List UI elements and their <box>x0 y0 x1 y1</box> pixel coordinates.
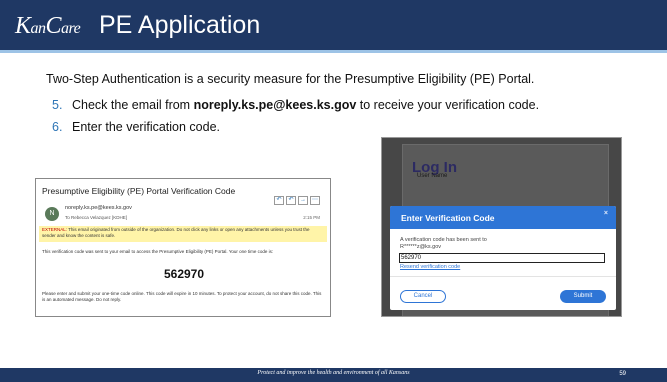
verification-modal: Enter Verification Code × A verification… <box>390 206 616 310</box>
login-screenshot: Log In User Name Enter Verification Code… <box>381 137 622 317</box>
reply-icon: ↶ <box>274 196 284 205</box>
email-actions: ↶ ↶ → ⋯ <box>274 196 320 205</box>
cancel-button[interactable]: Cancel <box>400 290 446 303</box>
modal-divider <box>390 276 616 277</box>
intro-text: Two-Step Authentication is a security me… <box>46 72 535 86</box>
modal-message: A verification code has been sent to R**… <box>400 237 487 250</box>
kancare-logo: KanCare <box>15 13 81 39</box>
email-screenshot: Presumptive Eligibility (PE) Portal Veri… <box>35 178 331 317</box>
sender-email: noreply.ks.pe@kees.ks.gov <box>193 98 357 112</box>
email-time: 2:15 PM <box>303 215 320 220</box>
footer-tagline: Protect and improve the health and envir… <box>257 370 410 376</box>
slide-title: PE Application <box>99 11 261 39</box>
email-subject: Presumptive Eligibility (PE) Portal Veri… <box>42 186 236 196</box>
resend-code-link[interactable]: Resend verification code <box>400 264 460 270</box>
step-item: 5. Check the email from noreply.ks.pe@ke… <box>52 98 539 120</box>
verification-code-input[interactable]: 562970 <box>399 253 605 263</box>
step-text: Enter the verification code. <box>72 120 220 134</box>
user-name-label: User Name <box>417 173 448 179</box>
modal-header: Enter Verification Code × <box>390 206 616 229</box>
close-icon[interactable]: × <box>604 210 608 217</box>
step-text: Check the email from noreply.ks.pe@kees.… <box>72 98 540 112</box>
submit-button[interactable]: Submit <box>560 290 606 303</box>
sender-avatar: N <box>45 207 59 221</box>
more-icon: ⋯ <box>310 196 320 205</box>
step-number: 5. <box>52 98 63 112</box>
header-divider <box>0 50 667 53</box>
email-recipient: To Rebecca Velazquez [KDHE] <box>65 215 128 220</box>
email-sender: noreply.ks.pe@kees.ks.gov <box>65 205 132 211</box>
page-number: 59 <box>619 371 626 377</box>
forward-icon: → <box>298 196 308 205</box>
step-number: 6. <box>52 120 63 134</box>
email-body: This verification code was sent to your … <box>42 249 274 254</box>
step-list: 5. Check the email from noreply.ks.pe@ke… <box>52 98 539 142</box>
slide-footer: Protect and improve the health and envir… <box>0 368 667 382</box>
modal-title: Enter Verification Code <box>401 213 495 223</box>
verification-code: 562970 <box>163 267 205 281</box>
reply-all-icon: ↶ <box>286 196 296 205</box>
slide-header: KanCare PE Application <box>0 0 667 50</box>
email-footer-text: Please enter and submit your one-time co… <box>42 291 322 302</box>
external-warning: EXTERNAL: This email originated from out… <box>39 226 327 242</box>
